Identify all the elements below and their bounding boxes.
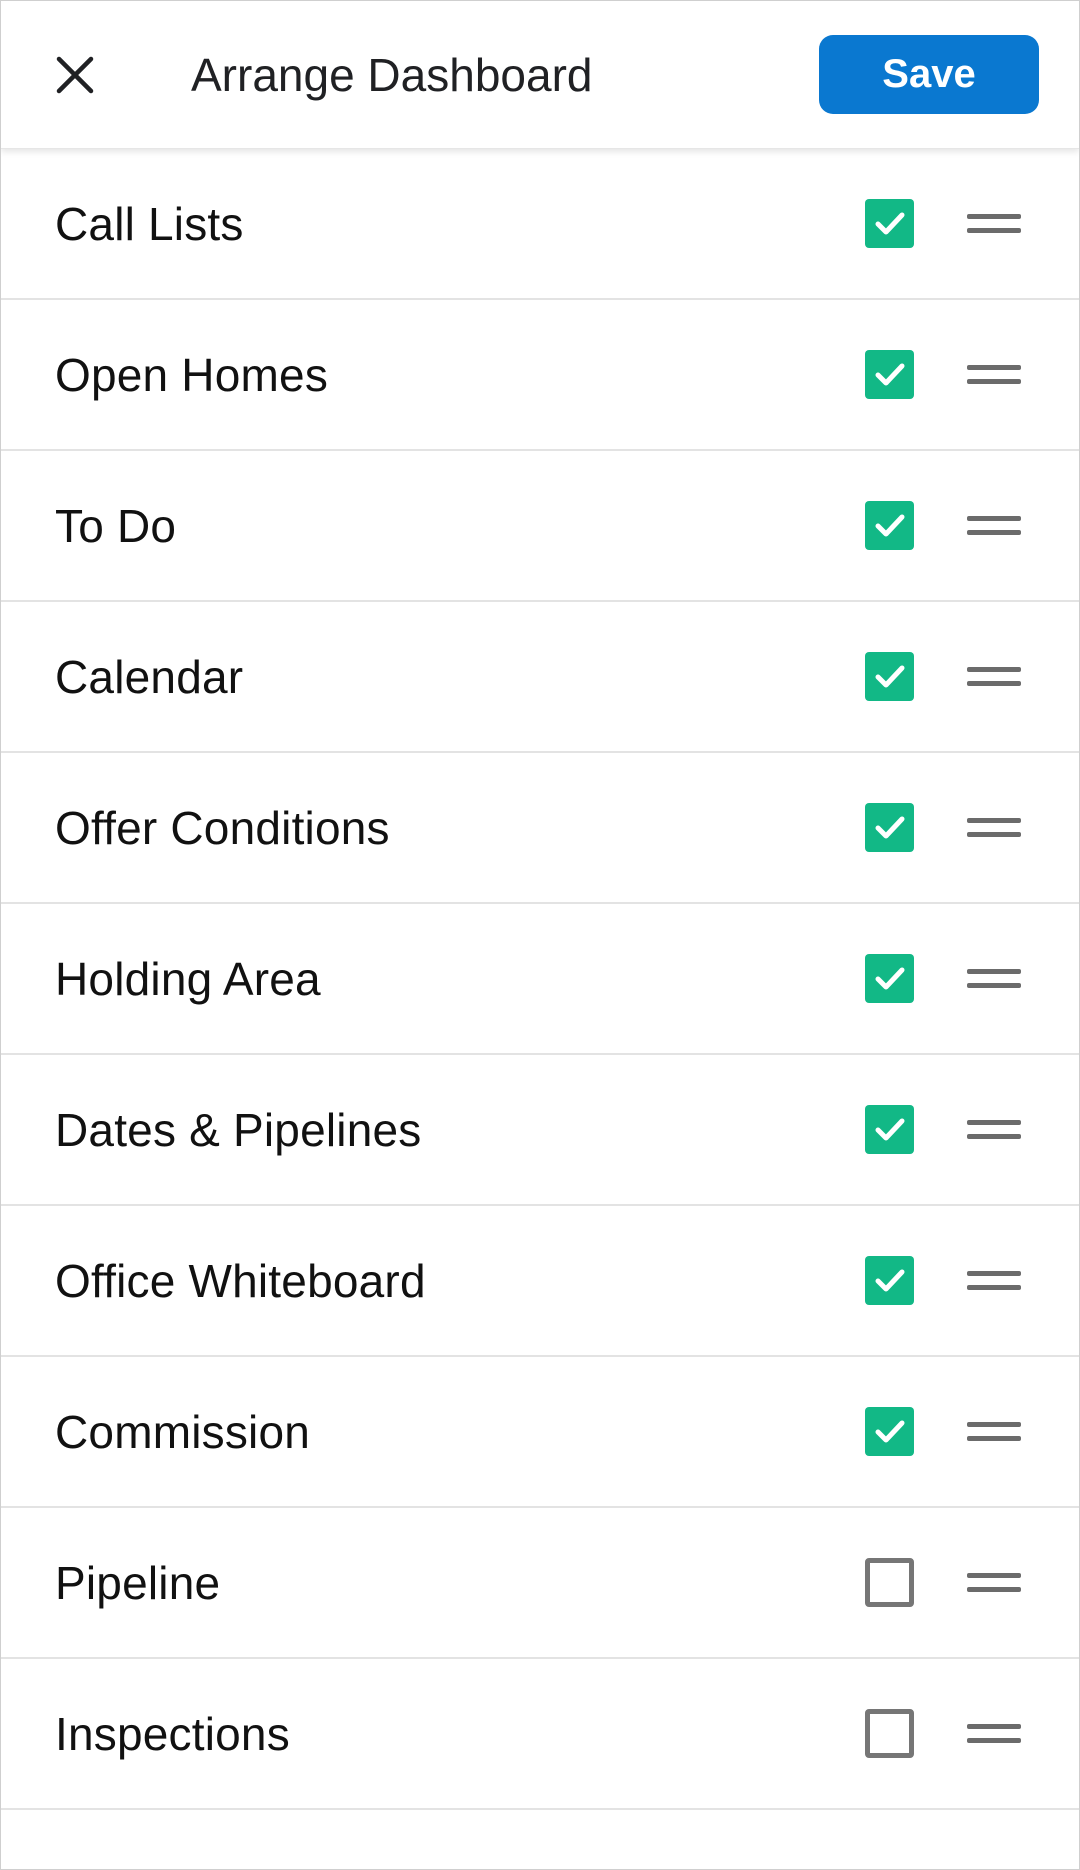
drag-handle-bar-top	[967, 1724, 1021, 1729]
list-item-checkbox[interactable]	[865, 954, 914, 1003]
list-item[interactable]: Call Lists	[1, 149, 1079, 300]
drag-handle-icon[interactable]	[967, 1563, 1021, 1603]
arrange-dashboard-screen: Arrange Dashboard Save Call Lists Open H…	[0, 0, 1080, 1870]
drag-handle-bar-bottom	[967, 1436, 1021, 1441]
drag-handle-bar-bottom	[967, 228, 1021, 233]
list-item[interactable]: Pipeline	[1, 1508, 1079, 1659]
checkmark-icon	[875, 1118, 904, 1140]
list-item[interactable]: Dates & Pipelines	[1, 1055, 1079, 1206]
checkmark-icon	[875, 1269, 904, 1291]
drag-handle-bar-top	[967, 214, 1021, 219]
list-item[interactable]: Commission	[1, 1357, 1079, 1508]
list-item-checkbox[interactable]	[865, 350, 914, 399]
drag-handle-icon[interactable]	[967, 506, 1021, 546]
checkmark-icon	[875, 816, 904, 838]
list-item-label: Dates & Pipelines	[55, 1103, 422, 1156]
drag-handle-icon[interactable]	[967, 355, 1021, 395]
drag-handle-bar-bottom	[967, 1738, 1021, 1743]
list-item[interactable]: Offer Conditions	[1, 753, 1079, 904]
list-item[interactable]: Open Homes	[1, 300, 1079, 451]
list-item[interactable]: Holding Area	[1, 904, 1079, 1055]
checkmark-icon	[875, 1420, 904, 1442]
list-item-label: Pipeline	[55, 1556, 221, 1609]
drag-handle-icon[interactable]	[967, 657, 1021, 697]
list-item-label: Open Homes	[55, 348, 329, 401]
list-item-label: Commission	[55, 1405, 311, 1458]
drag-handle-bar-bottom	[967, 379, 1021, 384]
drag-handle-bar-top	[967, 1573, 1021, 1578]
checkmark-icon	[875, 665, 904, 687]
drag-handle-bar-top	[967, 1271, 1021, 1276]
dashboard-widget-list: Call Lists Open Homes To Do Calendar Off…	[1, 149, 1079, 1810]
drag-handle-bar-top	[967, 818, 1021, 823]
drag-handle-icon[interactable]	[967, 1261, 1021, 1301]
drag-handle-bar-bottom	[967, 530, 1021, 535]
list-item[interactable]: Office Whiteboard	[1, 1206, 1079, 1357]
drag-handle-bar-bottom	[967, 1134, 1021, 1139]
top-app-bar: Arrange Dashboard Save	[1, 1, 1079, 149]
drag-handle-bar-top	[967, 667, 1021, 672]
drag-handle-bar-bottom	[967, 983, 1021, 988]
list-item-label: Offer Conditions	[55, 801, 390, 854]
checkmark-icon	[875, 514, 904, 536]
page-title: Arrange Dashboard	[191, 49, 593, 101]
checkmark-icon	[875, 212, 904, 234]
list-item-checkbox[interactable]	[865, 501, 914, 550]
drag-handle-bar-bottom	[967, 681, 1021, 686]
drag-handle-icon[interactable]	[967, 808, 1021, 848]
list-item-label: Calendar	[55, 650, 244, 703]
list-item-checkbox[interactable]	[865, 199, 914, 248]
drag-handle-bar-bottom	[967, 1587, 1021, 1592]
drag-handle-bar-bottom	[967, 1285, 1021, 1290]
drag-handle-icon[interactable]	[967, 1412, 1021, 1452]
list-item-checkbox[interactable]	[865, 1407, 914, 1456]
checkmark-icon	[875, 363, 904, 385]
list-item-label: To Do	[55, 499, 177, 552]
list-item-checkbox[interactable]	[865, 1709, 914, 1758]
save-button[interactable]: Save	[819, 35, 1039, 114]
close-button[interactable]	[45, 45, 105, 105]
list-item-label: Call Lists	[55, 197, 244, 250]
drag-handle-icon[interactable]	[967, 1714, 1021, 1754]
list-item-label: Inspections	[55, 1707, 290, 1760]
drag-handle-icon[interactable]	[967, 204, 1021, 244]
drag-handle-bar-top	[967, 1422, 1021, 1427]
drag-handle-bar-bottom	[967, 832, 1021, 837]
close-icon	[56, 56, 94, 94]
list-item-checkbox[interactable]	[865, 803, 914, 852]
list-item-label: Holding Area	[55, 952, 321, 1005]
drag-handle-bar-top	[967, 1120, 1021, 1125]
list-item[interactable]: To Do	[1, 451, 1079, 602]
drag-handle-bar-top	[967, 969, 1021, 974]
list-item-checkbox[interactable]	[865, 1256, 914, 1305]
list-item-checkbox[interactable]	[865, 1105, 914, 1154]
list-item[interactable]: Calendar	[1, 602, 1079, 753]
list-item-checkbox[interactable]	[865, 1558, 914, 1607]
drag-handle-icon[interactable]	[967, 1110, 1021, 1150]
list-item[interactable]: Inspections	[1, 1659, 1079, 1810]
checkmark-icon	[875, 967, 904, 989]
drag-handle-bar-top	[967, 516, 1021, 521]
list-item-label: Office Whiteboard	[55, 1254, 426, 1307]
list-item-checkbox[interactable]	[865, 652, 914, 701]
drag-handle-icon[interactable]	[967, 959, 1021, 999]
drag-handle-bar-top	[967, 365, 1021, 370]
